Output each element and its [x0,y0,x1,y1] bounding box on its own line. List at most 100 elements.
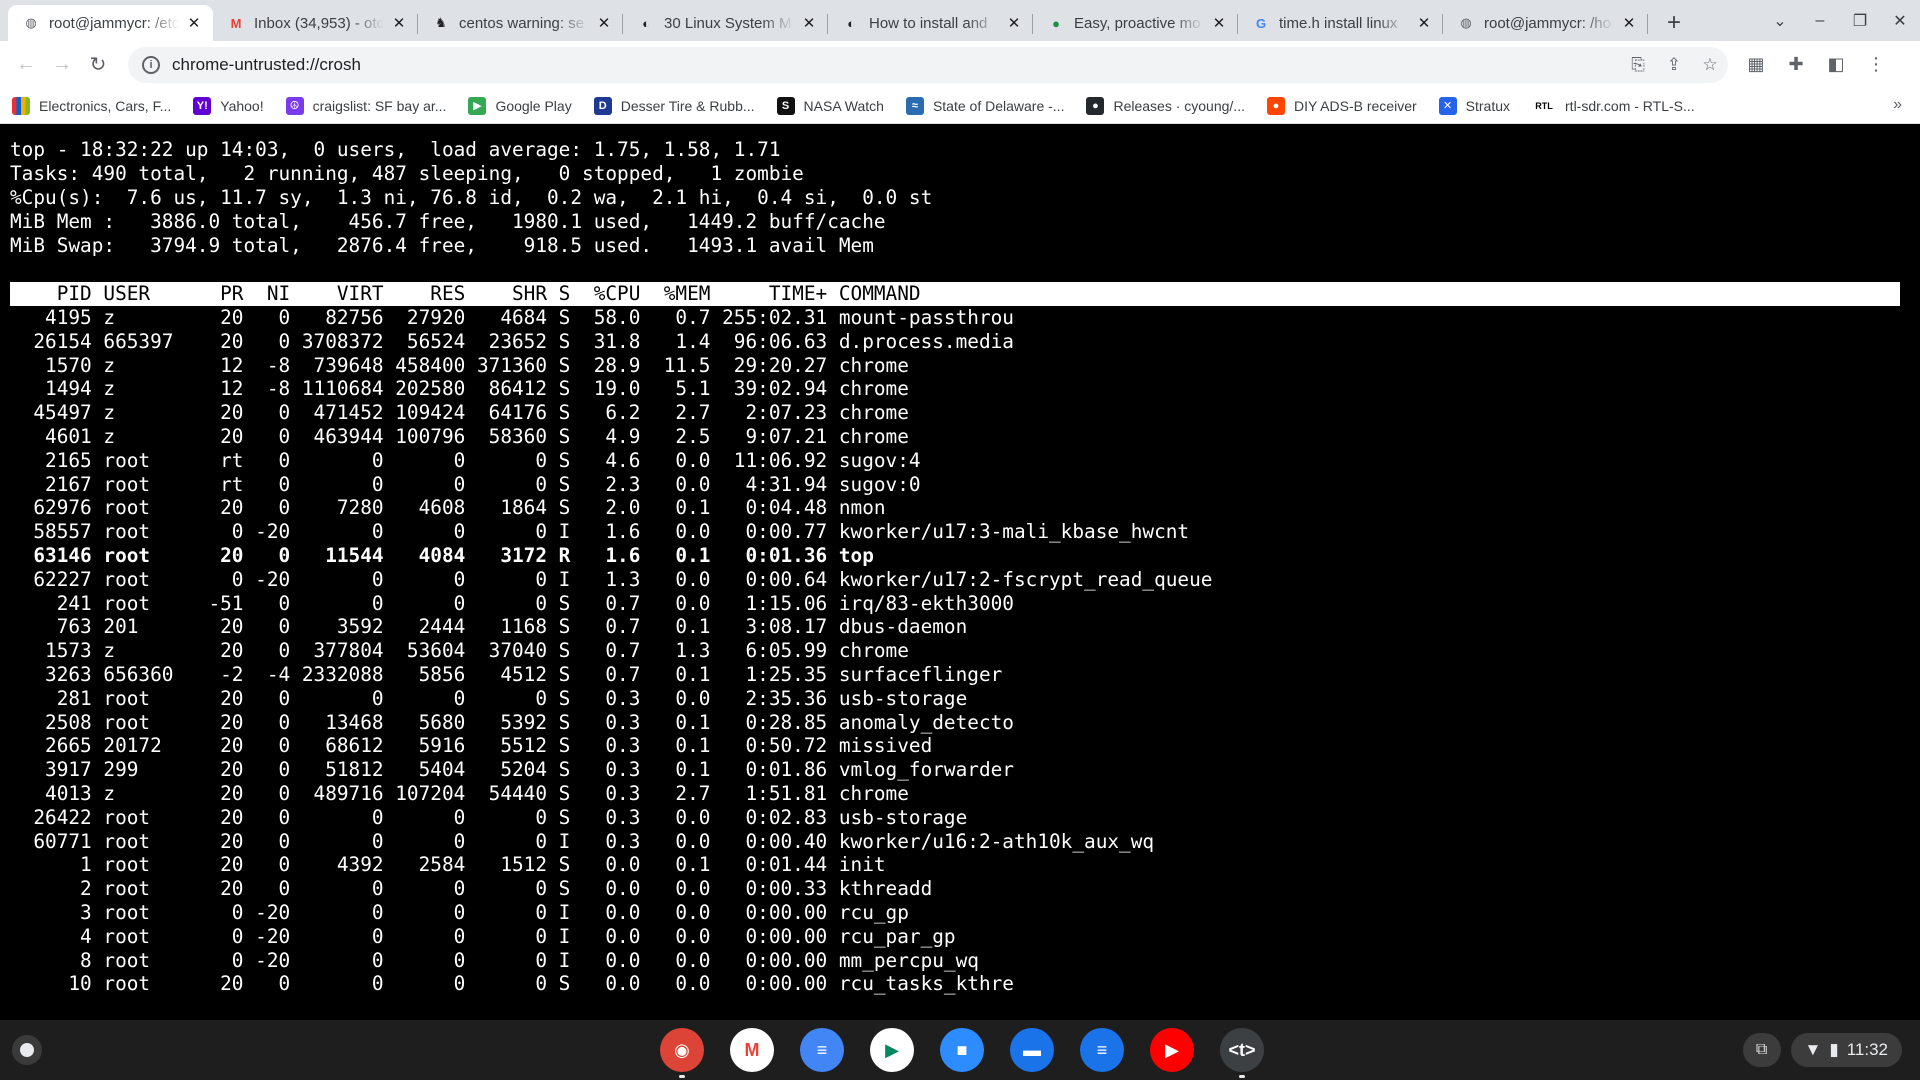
zoom-app-icon[interactable]: ■ [940,1028,984,1072]
side-panel-icon[interactable]: ◧ [1816,54,1856,75]
address-bar[interactable]: i chrome-untrusted://crosh ⎘ ⇪ ☆ [128,46,1728,83]
menu-icon[interactable]: ⋮ [1856,54,1896,75]
gmail-app-icon[interactable]: M [730,1028,774,1072]
top-cpu-line: %Cpu(s): 7.6 us, 11.7 sy, 1.3 ni, 76.8 i… [10,186,933,209]
extensions-icon[interactable]: ✚ [1776,54,1816,75]
files-app-icon[interactable]: ▬ [1010,1028,1054,1072]
bookmark-label: craigslist: SF bay ar... [312,97,447,114]
bookmark-item[interactable]: ☮ craigslist: SF bay ar... [285,96,447,115]
top-mem-line: MiB Mem : 3886.0 total, 456.7 free, 1980… [10,210,886,233]
bookmark-item[interactable]: D Desser Tire & Rubb... [593,96,755,115]
process-row: 241 root -51 0 0 0 0 S 0.7 0.0 1:15.06 i… [10,591,1014,615]
process-row: 2167 root rt 0 0 0 0 S 2.3 0.0 4:31.94 s… [10,472,921,496]
tab-close-icon[interactable]: ✕ [390,14,408,32]
tab-1[interactable]: M Inbox (34,953) - otc ✕ [213,5,418,41]
tab-title: Inbox (34,953) - otc [254,14,384,32]
qr-code-icon[interactable]: ▦ [1736,54,1776,75]
forward-button[interactable]: → [44,47,80,83]
bookmarks-overflow-icon[interactable]: » [1893,96,1902,114]
bookmark-label: NASA Watch [803,97,884,114]
tab-separator [1647,14,1648,34]
rtl-icon: RTL [1532,96,1557,115]
tab-title: Easy, proactive mo [1074,14,1201,32]
minimize-icon[interactable]: – [1800,12,1840,30]
crosh-terminal[interactable]: top - 18:32:22 up 14:03, 0 users, load a… [0,134,1920,1020]
desser-icon: D [593,96,612,115]
close-window-icon[interactable]: ✕ [1880,11,1920,31]
launcher-button[interactable] [12,1035,42,1065]
tab-title: time.h install linux [1279,14,1398,32]
tab-list: ◍ root@jammycr: /etc ✕ M Inbox (34,953) - ot… [0,5,1648,41]
clipboard-icon[interactable]: ⎘ [1620,55,1656,75]
bookmark-item[interactable]: ▶ Google Play [468,96,572,115]
process-row: 1573 z 20 0 377804 53604 37040 S 0.7 1.3… [10,639,909,663]
tab-5[interactable]: ● Easy, proactive mo ✕ [1033,5,1238,41]
bookmark-item[interactable]: ≈ State of Delaware -... [905,96,1065,115]
bookmark-item[interactable]: RTL rtl-sdr.com - RTL-S... [1532,96,1695,115]
tab-6[interactable]: Gtime.h install linux ✕ [1238,5,1443,41]
restore-icon[interactable]: ❐ [1840,11,1880,31]
quick-settings-button[interactable]: ▼ ▮ 11:32 [1790,1033,1902,1067]
reload-button[interactable]: ↻ [80,47,116,83]
tab-4[interactable]: ◐ How to install and ✕ [828,5,1033,41]
back-button[interactable]: ← [8,47,44,83]
process-row: 2508 root 20 0 13468 5680 5392 S 0.3 0.1… [10,710,1014,734]
messages-app-icon[interactable]: ≡ [1080,1028,1124,1072]
github-icon: ● [1086,96,1105,115]
youtube-app-icon[interactable]: ▶ [1150,1028,1194,1072]
bookmark-label: Yahoo! [220,97,264,114]
tab-0[interactable]: ◍ root@jammycr: /etc ✕ [8,5,213,41]
docs-app-icon[interactable]: ≡ [800,1028,844,1072]
bookmark-item[interactable]: S NASA Watch [776,96,884,115]
bookmark-list: Electronics, Cars, F... Y! Yahoo! ☮ craigsli… [12,96,1717,115]
process-row: 763 201 20 0 3592 2444 1168 S 0.7 0.1 3:… [10,615,968,639]
new-tab-button[interactable]: + [1654,5,1694,41]
bookmark-star-icon[interactable]: ☆ [1692,55,1728,75]
tab-close-icon[interactable]: ✕ [185,14,203,32]
nasa-icon: S [776,96,795,115]
chrome-app-icon[interactable]: ◉ [660,1028,704,1078]
running-indicator [679,1075,685,1078]
tab-7[interactable]: ◍ root@jammycr: /ho ✕ [1443,5,1648,41]
top-swap-line: MiB Swap: 3794.9 total, 2876.4 free, 918… [10,234,874,257]
play-store-app-icon[interactable]: ▶ [870,1028,914,1072]
process-row: 45497 z 20 0 471452 109424 64176 S 6.2 2… [10,401,909,425]
bookmark-item[interactable]: ● DIY ADS-B receiver [1266,96,1417,115]
tab-strip: ◍ root@jammycr: /etc ✕ M Inbox (34,953) - ot… [0,0,1920,41]
tecmint-icon: ◐ [847,15,855,31]
tab-title: How to install and [869,14,988,32]
process-row: 58557 root 0 -20 0 0 0 I 1.6 0.0 0:00.77… [10,520,1190,544]
tab-close-icon[interactable]: ✕ [595,14,613,32]
tab-close-icon[interactable]: ✕ [1210,14,1228,32]
bookmark-label: State of Delaware -... [932,97,1065,114]
holding-space-icon[interactable]: ⧉ [1742,1033,1781,1067]
terminal-app-icon[interactable]: <t> [1220,1028,1264,1078]
gmail-icon: M [230,15,242,31]
process-row: 1570 z 12 -8 739648 458400 371360 S 28.9… [10,353,909,377]
bookmark-label: rtl-sdr.com - RTL-S... [1565,97,1695,114]
process-row: 4195 z 20 0 82756 27920 4684 S 58.0 0.7 … [10,306,1014,329]
bookmark-item[interactable]: Y! Yahoo! [193,96,264,115]
google-icon: G [1255,15,1267,31]
bookmark-item[interactable]: Electronics, Cars, F... [12,96,171,115]
bookmark-label: Google Play [495,97,572,114]
tab-close-icon[interactable]: ✕ [800,14,818,32]
globe-icon: ◍ [1460,15,1472,30]
tab-close-icon[interactable]: ✕ [1415,14,1433,32]
url-text[interactable]: chrome-untrusted://crosh [172,55,1620,75]
tab-close-icon[interactable]: ✕ [1005,14,1023,32]
peace-icon: ☮ [285,96,304,115]
tab-3[interactable]: ◐ 30 Linux System M ✕ [623,5,828,41]
shelf-apps: ◉ M ≡ ▶ ■ ▬ ≡ ▶ <t> [660,1028,1290,1078]
wifi-icon: ▼ [1804,1040,1822,1059]
tab-close-icon[interactable]: ✕ [1620,14,1638,32]
site-info-icon[interactable]: i [142,55,160,74]
share-icon[interactable]: ⇪ [1656,55,1692,75]
bookmark-label: Desser Tire & Rubb... [620,97,755,114]
tab-search-icon[interactable]: ⌄ [1760,11,1800,31]
globe-icon: ◍ [25,15,37,30]
bookmark-item[interactable]: ✕ Stratux [1438,96,1510,115]
tab-2[interactable]: ♞ centos warning: se ✕ [418,5,623,41]
gnu-icon: ♞ [435,15,447,30]
bookmark-item[interactable]: ● Releases · cyoung/... [1086,96,1245,115]
